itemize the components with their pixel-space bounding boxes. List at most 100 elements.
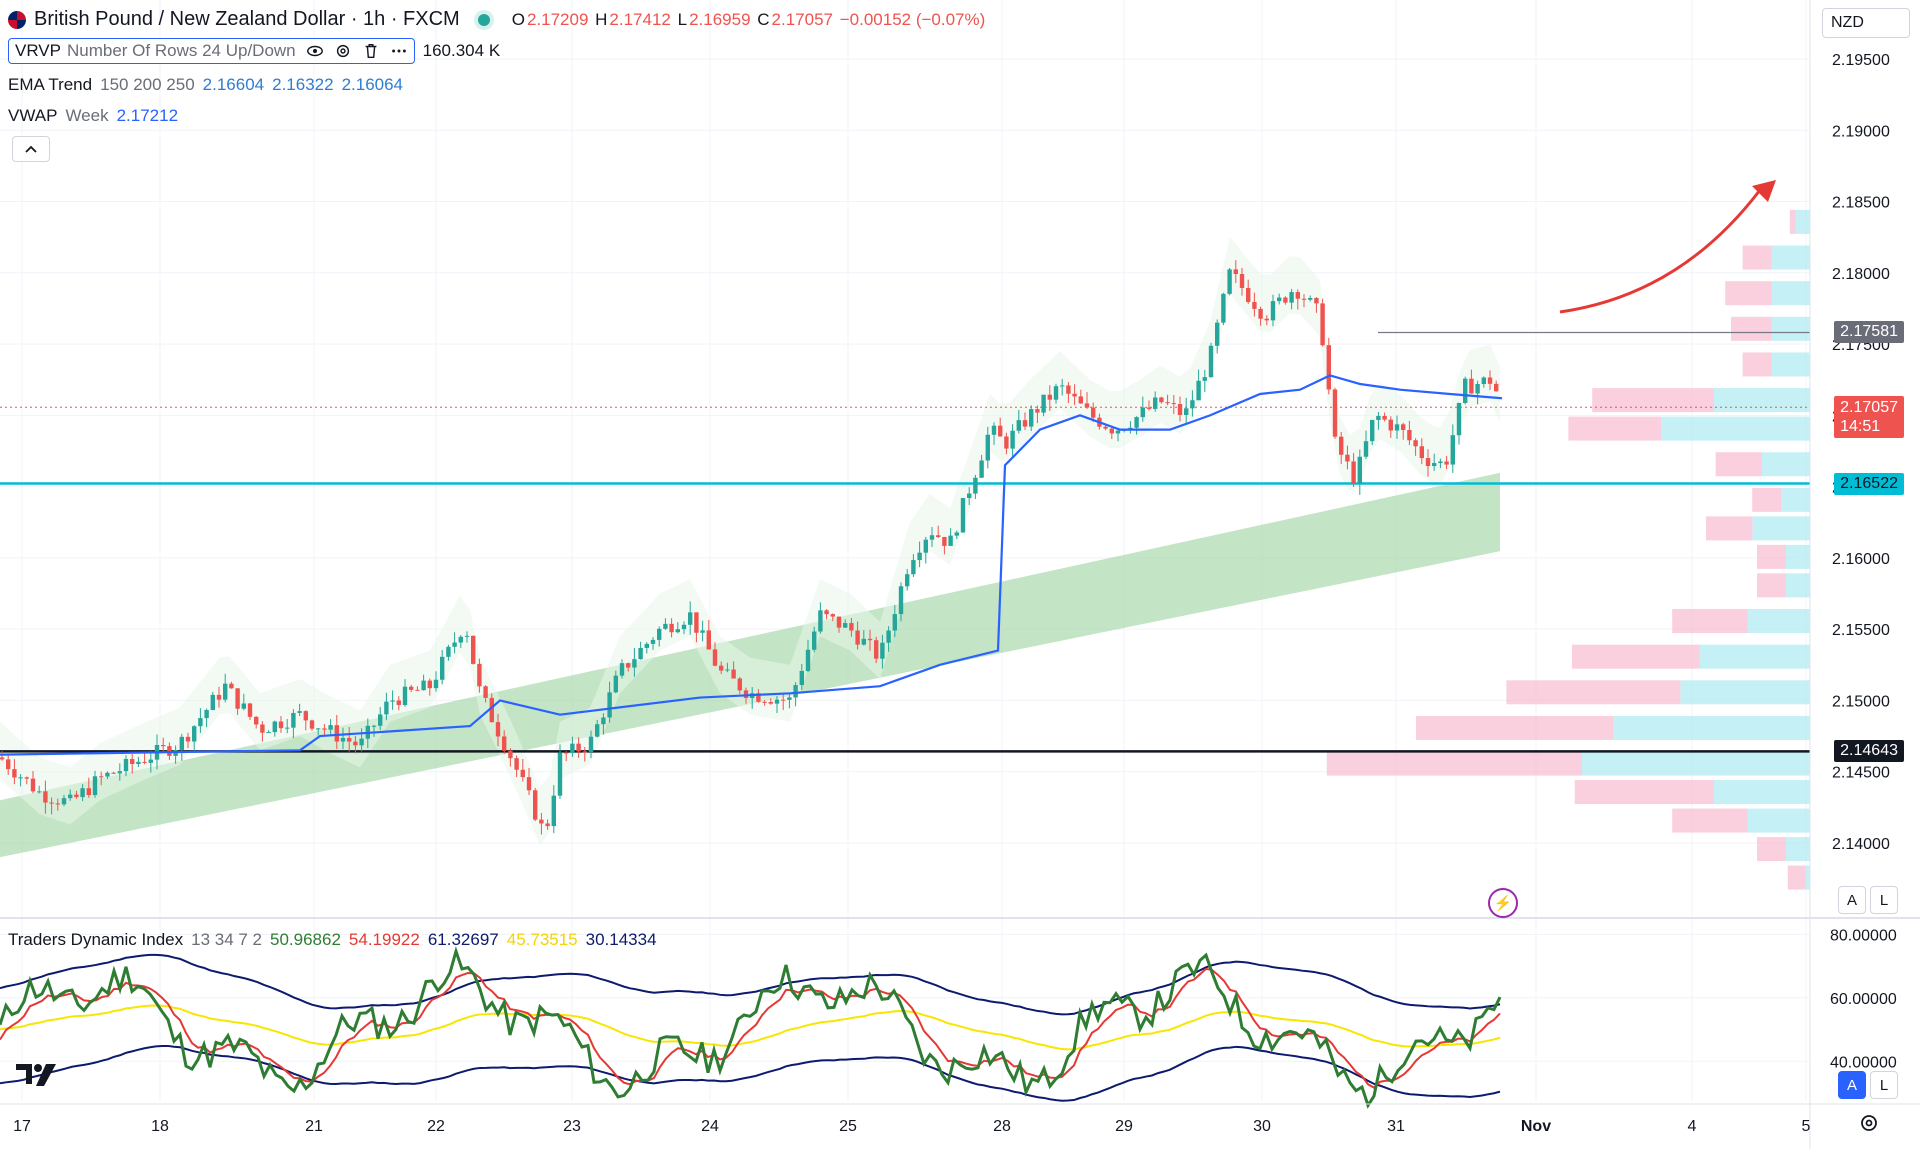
last-price-tag: 2.17057 14:51 [1834, 396, 1904, 438]
candle-body [1444, 461, 1449, 465]
volume-profile-up-bar [1771, 316, 1810, 341]
symbol-title[interactable]: British Pound / New Zealand Dollar · 1h … [34, 8, 460, 31]
volume-profile-up-bar [1747, 808, 1810, 833]
candle-body [929, 535, 935, 540]
more-icon[interactable] [390, 42, 408, 60]
candle-body [638, 647, 643, 660]
support-tag: 2.16522 [1834, 473, 1904, 495]
vrvp-toolbox[interactable]: VRVP Number Of Rows 24 Up/Down [8, 38, 415, 64]
volume-profile-up-bar [1771, 281, 1810, 306]
candle-body [1264, 318, 1269, 321]
candle-body [427, 680, 432, 689]
chevron-up-icon [25, 145, 37, 153]
candle-body [1140, 407, 1145, 418]
candle-body [706, 630, 711, 650]
candle-body [1425, 458, 1431, 467]
candle-body [1165, 402, 1170, 404]
candle-body [1277, 297, 1282, 302]
candle-body [340, 737, 346, 742]
vwap-legend[interactable]: VWAP Week 2.17212 [8, 106, 178, 126]
candle-body [99, 776, 104, 778]
candle-body [886, 630, 891, 643]
candle-body [161, 745, 166, 747]
open-value: 2.17209 [526, 9, 589, 29]
candle-body [185, 736, 191, 742]
ema-value-2: 2.16322 [272, 75, 334, 94]
candle-body [216, 694, 222, 700]
currency-select[interactable]: NZD [1822, 8, 1910, 38]
candle-body [1091, 407, 1096, 418]
candle-body [719, 665, 724, 671]
candle-body [297, 711, 302, 713]
volume-profile-up-bar [1786, 573, 1810, 598]
candle-body [328, 725, 333, 730]
candle-body [433, 679, 439, 689]
candle-body [0, 757, 5, 760]
candle-body [898, 586, 904, 615]
auto-scale-button[interactable]: A [1838, 886, 1866, 914]
tdi-y-tick-label: 40.00000 [1830, 1054, 1897, 1071]
x-tick-label: 30 [1253, 1118, 1271, 1135]
candle-body [1494, 383, 1499, 392]
candle-body [37, 791, 42, 793]
candle-body [793, 685, 798, 698]
candle-body [1109, 428, 1114, 434]
candle-body [1332, 389, 1338, 437]
log-scale-button[interactable]: L [1870, 886, 1898, 914]
chart-settings-icon[interactable] [1858, 1112, 1880, 1139]
candle-body [1413, 440, 1418, 447]
candle-body [508, 750, 513, 759]
candle-body [1475, 384, 1480, 394]
candle-body [681, 624, 687, 630]
flash-icon[interactable]: ⚡ [1488, 888, 1518, 918]
low-label: L [677, 9, 688, 29]
candle-body [316, 728, 321, 730]
ema-value-3: 2.16064 [341, 75, 404, 94]
candle-body [396, 700, 401, 705]
eye-icon[interactable] [306, 42, 324, 60]
countdown-value: 14:51 [1840, 418, 1881, 435]
candle-body [874, 640, 879, 659]
candle-body [378, 714, 383, 726]
log-scale-button-tdi[interactable]: L [1870, 1071, 1898, 1099]
candle-body [967, 493, 972, 499]
candle-body [725, 669, 730, 671]
candle-body [74, 794, 79, 798]
candle-body [409, 686, 414, 690]
candle-body [867, 638, 873, 641]
candle-body [1078, 396, 1083, 404]
candle-body [619, 663, 625, 676]
candle-body [1339, 436, 1344, 455]
volume-profile-up-bar [1762, 452, 1810, 477]
y-tick-label: 2.15500 [1832, 622, 1890, 639]
candle-body [371, 725, 377, 727]
vrvp-name: VRVP [15, 41, 61, 60]
x-tick-label: 23 [563, 1118, 581, 1135]
tdi-legend[interactable]: Traders Dynamic Index 13 34 7 2 50.96862… [8, 930, 657, 950]
auto-scale-button-tdi[interactable]: A [1838, 1071, 1866, 1099]
x-tick-label: 5 [1802, 1118, 1811, 1135]
volume-profile-up-bar [1699, 644, 1810, 669]
candle-body [1153, 397, 1158, 409]
volume-profile-down-bar [1706, 516, 1753, 541]
candle-body [1233, 269, 1238, 274]
settings-icon[interactable] [334, 42, 352, 60]
candle-body [576, 743, 581, 752]
vrvp-value: 160.304 K [422, 41, 501, 60]
candle-body [1246, 287, 1251, 302]
candle-body [632, 659, 637, 668]
vrvp-params: Number Of Rows 24 Up/Down [67, 41, 296, 60]
trash-icon[interactable] [362, 42, 380, 60]
candle-body [136, 761, 141, 764]
candle-body [247, 703, 253, 717]
chart-canvas[interactable]: 2.195002.190002.185002.180002.175002.170… [0, 0, 1920, 1149]
volume-profile-down-bar [1672, 609, 1748, 634]
candle-body [762, 701, 767, 703]
candle-body [464, 635, 470, 637]
candle-body [917, 552, 922, 561]
volume-profile-down-bar [1752, 487, 1782, 512]
candle-body [446, 646, 451, 657]
ema-legend[interactable]: EMA Trend 150 200 250 2.16604 2.16322 2.… [8, 75, 403, 95]
volume-profile-up-bar [1582, 751, 1810, 776]
collapse-legend-button[interactable] [12, 136, 50, 162]
